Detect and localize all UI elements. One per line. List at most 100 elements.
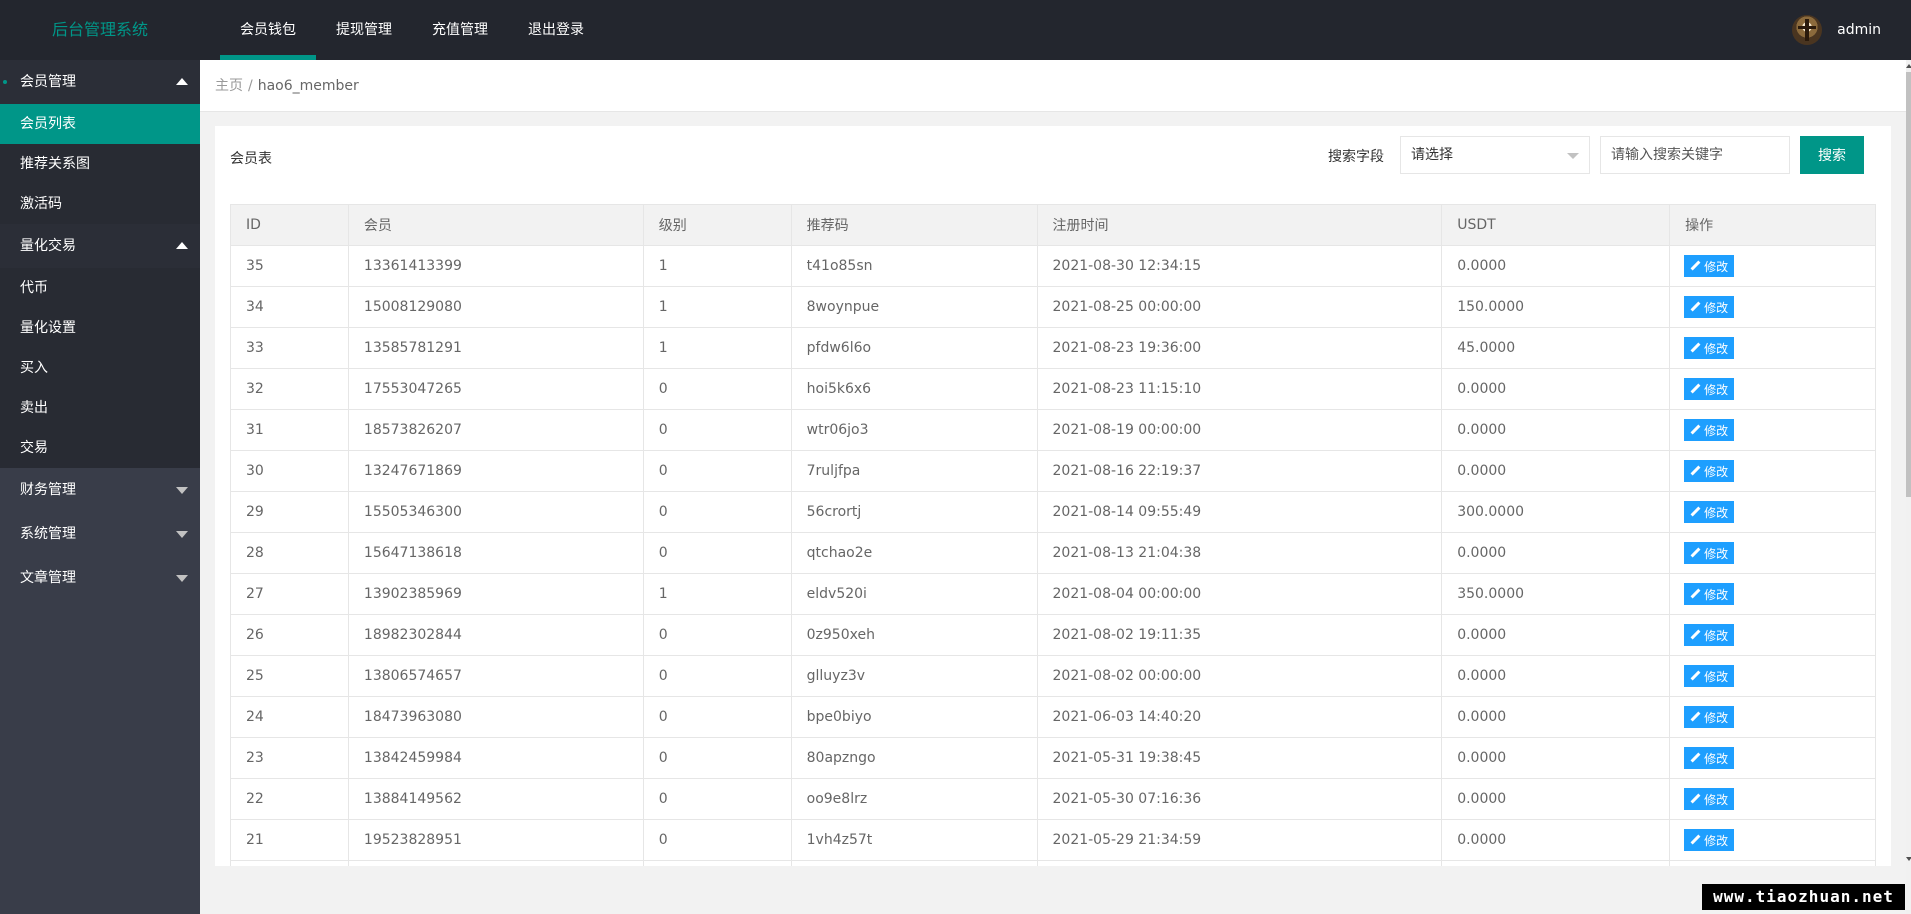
cell-actions: 修改 [1669,491,1876,533]
cell-actions: 修改 [1669,573,1876,615]
avatar[interactable] [1792,15,1823,45]
sidebar-item-member-list[interactable]: 会员列表 [0,104,200,144]
cell-id: 22 [230,778,349,820]
edit-button[interactable]: 修改 [1684,706,1735,728]
edit-button[interactable]: 修改 [1684,665,1735,687]
sidebar-group-member: 会员管理 会员列表 推荐关系图 激活码 [0,60,200,224]
topnav-withdraw[interactable]: 提现管理 [316,0,412,60]
topnav-member-wallet[interactable]: 会员钱包 [220,0,316,60]
sidebar-group-label: 量化交易 [20,238,76,254]
cell-actions: 修改 [1669,655,1876,697]
card-title: 会员表 [230,151,272,167]
sidebar-item-token[interactable]: 代币 [0,268,200,308]
cell-id: 28 [230,532,349,574]
sidebar-group-member-header[interactable]: 会员管理 [0,60,200,104]
sidebar-item-activation-code[interactable]: 激活码 [0,184,200,224]
edit-button-label: 修改 [1704,792,1729,807]
sidebar-item-sell[interactable]: 卖出 [0,388,200,428]
table-row: 29 15505346300 0 56crortj 2021-08-14 09:55:4… [230,491,1876,533]
cell-level: 1 [642,245,792,287]
table-row [230,860,1876,866]
user-name[interactable]: admin [1837,22,1881,38]
cell-register-time: 2021-08-14 09:55:49 [1036,491,1443,533]
edit-button-label: 修改 [1704,464,1729,479]
cell-referral-code: 1vh4z57t [790,819,1038,861]
edit-button-label: 修改 [1704,587,1729,602]
column-header-referral-code: 推荐码 [790,204,1038,246]
cell-referral-code: qtchao2e [790,532,1038,574]
search-input[interactable] [1600,136,1790,174]
edit-button[interactable]: 修改 [1684,296,1735,318]
edit-button[interactable]: 修改 [1684,747,1735,769]
edit-button-label: 修改 [1704,382,1729,397]
breadcrumb-home[interactable]: 主页 [215,78,243,94]
cell-actions: 修改 [1669,737,1876,779]
table-row: 34 15008129080 1 8woynpue 2021-08-25 00:00:0… [230,286,1876,328]
edit-button-label: 修改 [1704,546,1729,561]
scroll-up-icon[interactable] [1906,64,1911,68]
edit-button-label: 修改 [1704,669,1729,684]
sidebar-group-label: 财务管理 [20,482,76,498]
column-header-member: 会员 [347,204,644,246]
top-header: 后台管理系统 会员钱包 提现管理 充值管理 退出登录 admin [0,0,1911,60]
edit-button[interactable]: 修改 [1684,419,1735,441]
topnav-recharge[interactable]: 充值管理 [412,0,508,60]
cell-level: 0 [642,368,792,410]
edit-button[interactable]: 修改 [1684,501,1735,523]
cell-member: 13585781291 [347,327,644,369]
search-field-select[interactable]: 请选择 [1400,136,1590,174]
chevron-down-icon [176,531,188,538]
cell-level [642,860,792,866]
table-row: 22 13884149562 0 oo9e8lrz 2021-05-30 07:16:3… [230,778,1876,820]
edit-button[interactable]: 修改 [1684,378,1735,400]
sidebar-item-referral-tree[interactable]: 推荐关系图 [0,144,200,184]
pencil-icon [1690,343,1700,353]
cell-level: 0 [642,491,792,533]
search-field-label: 搜索字段 [1328,149,1384,165]
cell-register-time: 2021-06-03 14:40:20 [1036,696,1443,738]
sidebar-item-trade[interactable]: 交易 [0,428,200,468]
search-button[interactable]: 搜索 [1800,136,1864,174]
edit-button[interactable]: 修改 [1684,583,1735,605]
edit-button-label: 修改 [1704,259,1729,274]
cell-register-time: 2021-08-19 00:00:00 [1036,409,1443,451]
edit-button-label: 修改 [1704,833,1729,848]
sidebar-submenu-member: 会员列表 推荐关系图 激活码 [0,104,200,224]
sidebar-group-quant-header[interactable]: 量化交易 [0,224,200,268]
cell-id: 24 [230,696,349,738]
sidebar-group-system[interactable]: 系统管理 [0,512,200,556]
sidebar-group-quant: 量化交易 代币 量化设置 买入 卖出 交易 [0,224,200,468]
watermark: www.tiaozhuan.net [1702,884,1905,910]
edit-button[interactable]: 修改 [1684,624,1735,646]
sidebar-item-buy[interactable]: 买入 [0,348,200,388]
edit-button[interactable]: 修改 [1684,829,1735,851]
cell-referral-code: oo9e8lrz [790,778,1038,820]
sidebar-group-finance[interactable]: 财务管理 [0,468,200,512]
table-row: 35 13361413399 1 t41o85sn 2021-08-30 12:34:1… [230,245,1876,287]
table-row: 26 18982302844 0 0z950xeh 2021-08-02 19:11:3… [230,614,1876,656]
pencil-icon [1690,425,1700,435]
table-row: 31 18573826207 0 wtr06jo3 2021-08-19 00:00:0… [230,409,1876,451]
scroll-down-icon[interactable] [1906,857,1911,861]
edit-button[interactable]: 修改 [1684,542,1735,564]
app-logo[interactable]: 后台管理系统 [0,0,200,60]
pencil-icon [1690,302,1700,312]
cell-usdt [1441,860,1671,866]
sidebar-item-quant-settings[interactable]: 量化设置 [0,308,200,348]
scrollbar-thumb[interactable] [1906,72,1911,497]
edit-button[interactable]: 修改 [1684,337,1735,359]
edit-button[interactable]: 修改 [1684,255,1735,277]
sidebar-group-article[interactable]: 文章管理 [0,556,200,600]
edit-button-label: 修改 [1704,505,1729,520]
pencil-icon [1690,589,1700,599]
cell-register-time: 2021-08-04 00:00:00 [1036,573,1443,615]
cell-usdt: 0.0000 [1441,614,1671,656]
topnav-logout[interactable]: 退出登录 [508,0,604,60]
cell-actions: 修改 [1669,614,1876,656]
edit-button[interactable]: 修改 [1684,788,1735,810]
cell-usdt: 0.0000 [1441,409,1671,451]
user-menu[interactable]: admin [1792,0,1881,60]
cell-id: 23 [230,737,349,779]
cell-referral-code: t41o85sn [790,245,1038,287]
edit-button[interactable]: 修改 [1684,460,1735,482]
